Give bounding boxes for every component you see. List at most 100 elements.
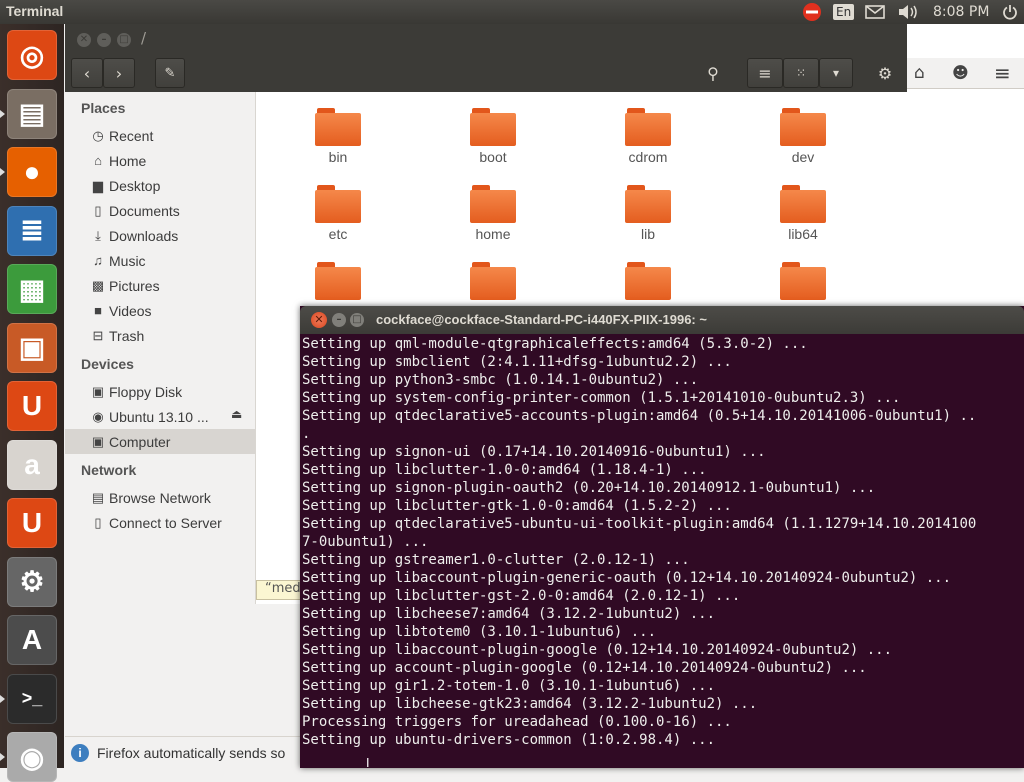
location-toggle-button[interactable]: ✎ <box>155 58 185 88</box>
launcher-firefox[interactable]: ● <box>7 147 57 197</box>
maximize-window-button[interactable]: □ <box>117 33 131 47</box>
sidebar-item-label: Videos <box>109 302 152 319</box>
running-indicator <box>0 694 5 703</box>
browser-toolbar: ⌂ ☻ ≡ <box>907 58 1024 89</box>
folder-item[interactable] <box>283 262 393 303</box>
folder-item[interactable]: lib64 <box>748 185 858 242</box>
back-button[interactable]: ‹ <box>71 58 103 88</box>
list-view-button[interactable]: ≡ <box>747 58 783 88</box>
terminal-line: Setting up libcheese7:amd64 (3.12.2-1ubu… <box>302 606 716 622</box>
close-window-button[interactable]: ✕ <box>311 312 327 328</box>
home-icon[interactable]: ⌂ <box>914 63 925 83</box>
folder-item[interactable] <box>438 262 548 303</box>
launcher-dash-home[interactable]: ◎ <box>7 30 57 80</box>
places-sidebar: Places ◷ Recent ⌂ Home ▆ Desktop ▯ Documents ⤓ Do… <box>65 92 256 604</box>
launcher-ubuntu-software[interactable]: U <box>7 381 57 431</box>
sidebar-item-recent[interactable]: ◷ Recent <box>65 123 255 148</box>
folder-item[interactable]: dev <box>748 108 858 165</box>
folder-icon <box>315 108 361 146</box>
launcher-dvd[interactable]: ◉ <box>7 732 57 782</box>
sidebar-item-documents[interactable]: ▯ Documents <box>65 198 255 223</box>
folder-item[interactable] <box>593 262 703 303</box>
minimize-window-button[interactable]: – <box>97 33 111 47</box>
clock[interactable]: 8:08 PM <box>933 2 989 22</box>
keyboard-language-indicator[interactable]: En <box>833 4 855 20</box>
terminal-line: Setting up libaccount-plugin-generic-oau… <box>302 570 952 586</box>
folder-name: boot <box>479 149 507 165</box>
sidebar-item-connect-to-server[interactable]: ▯ Connect to Server <box>65 510 255 535</box>
terminal-line: Setting up gir1.2-totem-1.0 (3.10.1-1ubu… <box>302 678 716 694</box>
terminal-titlebar[interactable]: ✕ – □ cockface@cockface-Standard-PC-i440… <box>300 306 1024 334</box>
folder-item[interactable]: etc <box>283 185 393 242</box>
view-options-button[interactable]: ▾ <box>819 58 853 88</box>
sidebar-item-floppy-disk[interactable]: ▣ Floppy Disk <box>65 379 255 404</box>
info-icon: i <box>71 744 89 762</box>
power-icon[interactable] <box>1000 2 1020 22</box>
sidebar-item-downloads[interactable]: ⤓ Downloads <box>65 223 255 248</box>
dvd-icon: ◉ <box>19 741 45 773</box>
sidebar-item-label: Floppy Disk <box>109 383 183 400</box>
terminal-line: Setting up libtotem0 (3.10.1-1ubuntu6) .… <box>302 624 657 640</box>
volume-icon[interactable] <box>896 2 920 22</box>
folder-item[interactable]: cdrom <box>593 108 703 165</box>
folder-icon <box>470 262 516 300</box>
terminal-line: Setting up account-plugin-google (0.12+1… <box>302 660 867 676</box>
folder-name: home <box>475 226 511 242</box>
folder-item[interactable]: boot <box>438 108 548 165</box>
terminal-line: Setting up libclutter-1.0-0:amd64 (1.18.… <box>302 462 707 478</box>
sidebar-item-desktop[interactable]: ▆ Desktop <box>65 173 255 198</box>
folder-name: dev <box>791 149 815 165</box>
chat-icon[interactable]: ☻ <box>952 63 969 82</box>
maximize-window-button[interactable]: □ <box>350 313 364 327</box>
eject-icon[interactable]: ⏏ <box>231 407 242 421</box>
terminal-line: Setting up smbclient (2:4.1.11+dfsg-1ubu… <box>302 354 732 370</box>
launcher-libreoffice-writer[interactable]: ≣ <box>7 205 57 256</box>
mail-icon[interactable] <box>864 2 886 22</box>
launcher-libreoffice-impress[interactable]: ▣ <box>7 322 57 373</box>
sidebar-item-pictures[interactable]: ▩ Pictures <box>65 273 255 298</box>
chevron-right-icon: › <box>115 63 123 83</box>
folder-icon <box>780 108 826 146</box>
terminal-line: 7-0ubuntu1) ... <box>302 534 429 550</box>
terminal-window[interactable]: ✕ – □ cockface@cockface-Standard-PC-i440… <box>300 306 1024 770</box>
folder-item[interactable]: bin <box>283 108 393 165</box>
sidebar-item-ubuntu-13-10[interactable]: ◉ Ubuntu 13.10 ... <box>65 404 255 429</box>
launcher: ◎ ▤ ● ≣ ▦ ▣ Ua U ⚙ A >_ ◉ <box>0 24 64 782</box>
sidebar-item-browse-network[interactable]: ▤ Browse Network <box>65 485 255 510</box>
amazon-icon: a <box>24 448 40 480</box>
sidebar-item-label: Trash <box>109 327 145 344</box>
folder-name: cdrom <box>628 149 668 165</box>
minimize-window-button[interactable]: – <box>332 313 346 327</box>
session-alert-icon[interactable] <box>800 2 824 22</box>
terminal-output[interactable]: Setting up qml-module-qtgraphicaleffects… <box>302 335 1022 749</box>
menu-icon[interactable]: ≡ <box>994 61 1011 85</box>
folder-item[interactable]: lib <box>593 185 703 242</box>
folder-item[interactable] <box>748 262 858 303</box>
sidebar-item-home[interactable]: ⌂ Home <box>65 148 255 173</box>
sidebar-item-computer[interactable]: ▣ Computer <box>65 429 255 454</box>
settings-button[interactable]: ⚙ <box>869 58 901 88</box>
sidebar-item-label: Pictures <box>109 277 160 294</box>
sidebar-item-music[interactable]: ♫ Music <box>65 248 255 273</box>
file-manager-header: ✕ – □ / ‹ › ✎ ⚲ ≡ ⁙ ▾ ⚙ <box>65 24 907 92</box>
sidebar-item-videos[interactable]: ■ Videos <box>65 298 255 323</box>
forward-button[interactable]: › <box>103 58 135 88</box>
terminal-line: Processing triggers for ureadahead (0.10… <box>302 714 732 730</box>
sidebar-item-trash[interactable]: ⊟ Trash <box>65 323 255 348</box>
close-window-button[interactable]: ✕ <box>77 33 91 47</box>
folder-item[interactable]: home <box>438 185 548 242</box>
search-button[interactable]: ⚲ <box>697 58 729 88</box>
launcher-terminal[interactable]: >_ <box>7 673 57 724</box>
launcher-ubuntu-one[interactable]: U <box>7 498 57 548</box>
terminal-line: Setting up system-config-printer-common … <box>302 390 901 406</box>
launcher-amazon[interactable]: a <box>7 439 57 490</box>
launcher-software-updater[interactable]: A <box>7 615 57 665</box>
folder-name: lib64 <box>788 226 818 242</box>
folder-name: lib <box>640 226 655 242</box>
gear-icon: ⚙ <box>877 63 893 83</box>
launcher-files[interactable]: ▤ <box>7 88 57 139</box>
grid-view-button[interactable]: ⁙ <box>783 58 819 88</box>
launcher-system-settings[interactable]: ⚙ <box>7 556 57 607</box>
launcher-libreoffice-calc[interactable]: ▦ <box>7 264 57 314</box>
sidebar-item-icon: ⌂ <box>94 153 102 168</box>
